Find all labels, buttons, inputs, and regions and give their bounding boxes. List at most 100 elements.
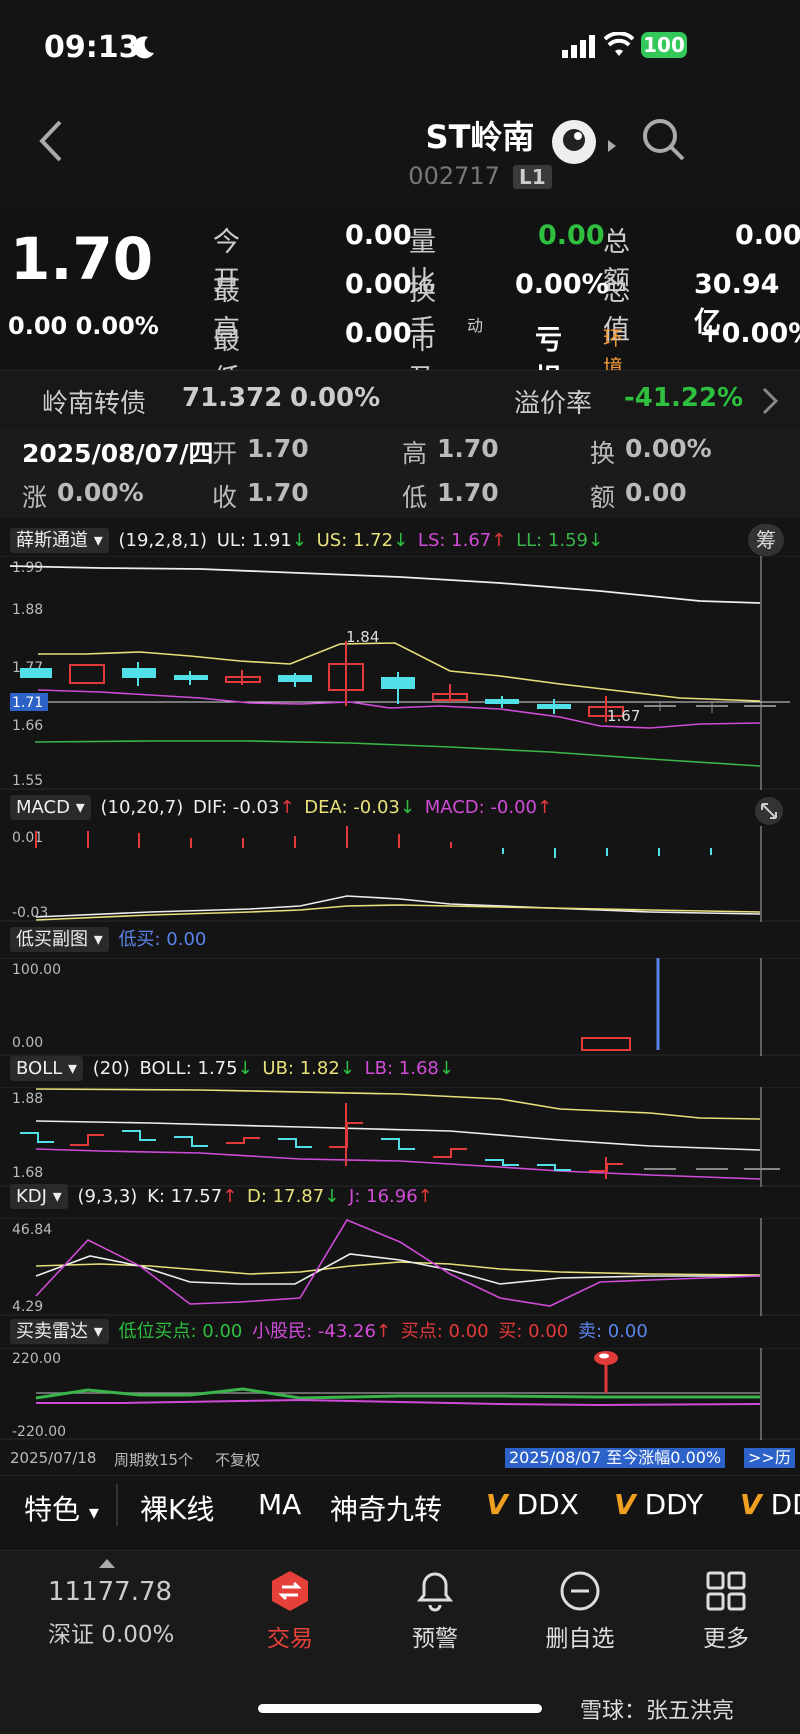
j-line [35,1218,761,1307]
index-value[interactable]: 11177.78 [48,1577,172,1607]
day-label: 高 [402,439,428,468]
indicator-select[interactable]: 低买副图 ▾ [10,927,109,952]
history-button[interactable]: >>历 [744,1448,795,1468]
candle [381,677,415,689]
nav-more[interactable]: 更多 [676,1569,776,1653]
indicator-select[interactable]: KDJ ▾ [10,1184,68,1209]
price-change: 0.00 0.00% [8,312,159,340]
axis-tick: 46.84 [12,1222,52,1238]
ub-line [35,1088,761,1120]
premium-label: 溢价率 [514,389,593,419]
minus-circle-icon [560,1571,600,1611]
radar-value: 低位买点: 0.00 [118,1321,243,1342]
ls-value: LS: 1.67 [417,530,492,551]
axis-tick: 1.66 [12,718,43,734]
indicator-select[interactable]: BOLL ▾ [10,1056,84,1081]
indicator-params: (20) [92,1058,130,1079]
indicator-select[interactable]: 买卖雷达 ▾ [10,1319,109,1344]
candle [278,675,312,682]
moon-icon [133,36,154,59]
retail-line [36,1398,761,1407]
bond-name: 岭南转债 [42,389,147,419]
boll-panel-header: BOLL ▾ (20) BOLL: 1.75↓ UB: 1.82↓ LB: 1.… [10,1056,790,1086]
axis-start-date: 2025/07/18 [10,1449,97,1467]
caret-up-icon [99,1559,115,1568]
dif-value: DIF: -0.03 [192,797,280,818]
indicator-params: (19,2,8,1) [118,530,207,551]
tab-featured[interactable]: 特色 ▾ [24,1488,99,1528]
radar-chart: 220.00 -220.00 [0,1348,800,1440]
convertible-bond-bar[interactable]: 岭南转债 71.372 0.00% 溢价率 -41.22% [0,370,800,430]
battery-indicator: 100 [641,32,687,58]
adjust-mode[interactable]: 不复权 [215,1449,260,1470]
day-value: 1.70 [247,478,309,507]
ll-value: LL: 1.59 [516,530,588,551]
home-indicator [258,1704,542,1713]
tab-ddx[interactable]: V DDX [486,1488,579,1521]
lowbuy-chart: 100.00 0.00 [0,958,800,1056]
radar-panel-header: 买卖雷达 ▾ 低位买点: 0.00 小股民: -43.26↑ 买点: 0.00 … [10,1317,790,1345]
candle [485,699,519,704]
day-value: 0.00% [57,478,144,507]
day-label: 收 [212,483,238,512]
radar-value: 买点: 0.00 [400,1321,489,1342]
tab-nine-turns[interactable]: 神奇九转 [330,1488,442,1528]
radar-value: 卖: 0.00 [577,1321,648,1342]
stock-title: ST岭南 002717 L1 [360,112,600,190]
back-icon[interactable] [36,118,66,164]
boll-chart: 1.88 1.68 [0,1087,800,1187]
day-value: 0.00% [625,434,712,463]
tab-naked-k[interactable]: 裸K线 [140,1488,214,1528]
candle [537,704,571,709]
search-icon[interactable] [640,116,688,164]
period-count: 周期数15个 [114,1451,194,1469]
indicator-params: (10,20,7) [100,797,184,818]
axis-tick: 220.00 [12,1351,61,1367]
lb-line [35,1148,761,1180]
xuesi-channel-chart: 1.99 1.88 1.77 1.71 1.66 1.55 1.84 1.67 [0,556,800,790]
d-value: D: 17.87 [247,1186,325,1207]
day-label: 额 [590,483,616,512]
candle [122,668,156,678]
premium-value: -41.22% [624,383,744,413]
axis-tick: -220.00 [12,1424,66,1440]
axis-tick: 1.99 [12,560,43,576]
axis-tick: -0.03 [12,905,48,921]
grid-icon [706,1571,746,1611]
axis-tick: 1.88 [12,1091,43,1107]
lb-value: LB: 1.68 [364,1058,439,1079]
index-label[interactable]: 深证 0.00% [48,1615,174,1649]
ll-line [34,740,761,767]
day-info: 2025/08/07/四 开 1.70 高 1.70 换 0.00% 涨 0.0… [0,428,800,518]
axis-tick: 1.68 [12,1165,43,1181]
nav-alert[interactable]: 预警 [385,1569,485,1653]
boll-value: BOLL: 1.75 [139,1058,238,1079]
range-summary: 2025/08/07 至今涨幅0.00% [505,1448,726,1468]
indicator-params: (9,3,3) [77,1186,138,1207]
indicator-select[interactable]: 薛斯通道 ▾ [10,528,109,553]
expand-icon[interactable] [752,796,786,826]
main-panel-header: 薛斯通道 ▾ (19,2,8,1) UL: 1.91↓ US: 1.72↓ LS… [10,526,790,554]
ul-value: UL: 1.91 [216,530,292,551]
chip-distribution-button[interactable]: 筹 [748,524,784,556]
lowbuy-value: 低买: 0.00 [118,929,207,950]
annotation-high: 1.84 [346,628,379,646]
radar-value: 买: 0.00 [498,1321,569,1342]
nav-trade[interactable]: 交易 [240,1569,340,1653]
tab-ddy[interactable]: V DDY [614,1488,703,1521]
day-date: 2025/08/07/四 [22,439,214,468]
wifi-icon [604,32,634,56]
stock-code: 002717 [408,162,500,190]
dea-value: DEA: -0.03 [304,797,400,818]
candle [69,664,105,684]
stock-name: ST岭南 [425,118,535,156]
indicator-select[interactable]: MACD ▾ [10,795,91,820]
axis-tick: 0.00 [12,1035,43,1051]
day-label: 涨 [22,483,48,512]
nav-remove-watchlist[interactable]: 删自选 [530,1569,630,1653]
macd-value: MACD: -0.00 [424,797,538,818]
quote-value: 0.00 [345,220,412,251]
indicator-tabs: 特色 ▾ 裸K线 MA 神奇九转 V DDX V DDY V DD [0,1475,800,1538]
tab-ma[interactable]: MA [258,1488,301,1521]
tab-dd[interactable]: V DD [740,1488,800,1521]
